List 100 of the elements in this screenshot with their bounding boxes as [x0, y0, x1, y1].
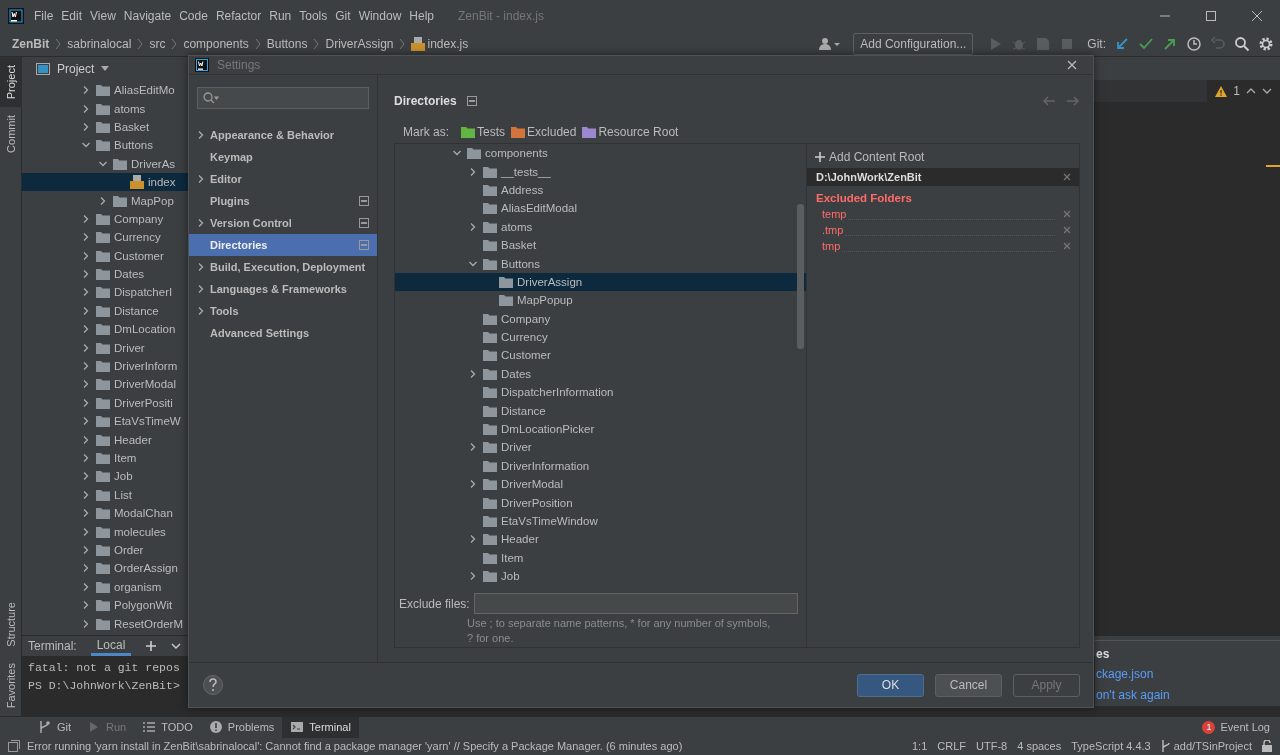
tree-item[interactable]: Company: [395, 309, 806, 328]
status-item[interactable]: 4 spaces: [1017, 740, 1062, 752]
close-icon[interactable]: [1063, 242, 1071, 250]
menu-item[interactable]: File: [30, 9, 58, 23]
clock-icon[interactable]: [1186, 36, 1202, 52]
tree-item[interactable]: Buttons: [22, 136, 188, 155]
tree-item[interactable]: DriverPositi: [22, 393, 188, 413]
tree-item[interactable]: molecules: [22, 522, 188, 541]
menu-item[interactable]: Git: [331, 9, 355, 23]
chevron-icon[interactable]: [468, 479, 478, 490]
breadcrumb-item[interactable]: DriverAssign: [325, 37, 394, 51]
chevron-icon[interactable]: [81, 471, 91, 482]
tree-item[interactable]: atoms: [395, 217, 806, 236]
notification-link[interactable]: ckage.json: [1096, 667, 1280, 688]
tree-item[interactable]: Dates: [395, 364, 806, 384]
chevron-icon[interactable]: [81, 416, 91, 427]
mark-as-option[interactable]: Excluded: [511, 125, 577, 139]
tree-item[interactable]: AliasEditMo: [22, 81, 188, 100]
check-icon[interactable]: [1138, 36, 1154, 52]
menu-item[interactable]: Navigate: [119, 9, 176, 23]
tool-window-tab[interactable]: TODO: [134, 716, 201, 738]
scrollbar-thumb[interactable]: [797, 204, 804, 349]
tree-item[interactable]: Distance: [395, 401, 806, 420]
notification-link[interactable]: on't ask again: [1096, 688, 1280, 709]
panel-toggle-icon[interactable]: [8, 740, 20, 752]
tree-item[interactable]: DriverPosition: [395, 493, 806, 512]
event-log-button[interactable]: 1 Event Log: [1202, 720, 1280, 734]
chevron-icon[interactable]: [81, 618, 91, 629]
tree-item[interactable]: organism: [22, 577, 188, 596]
tree-item[interactable]: Job: [395, 567, 806, 586]
chevron-icon[interactable]: [81, 361, 91, 372]
tree-item[interactable]: Dates: [22, 264, 188, 284]
mark-as-option[interactable]: Resource Root: [582, 125, 679, 139]
chevron-icon[interactable]: [81, 508, 91, 519]
help-button[interactable]: [203, 675, 223, 695]
chevron-icon[interactable]: [81, 121, 91, 132]
chevron-icon[interactable]: [81, 379, 91, 390]
settings-nav-item[interactable]: Tools: [189, 300, 377, 322]
settings-icon[interactable]: [1258, 36, 1274, 52]
settings-nav-item[interactable]: Languages & Frameworks: [189, 278, 377, 300]
menu-item[interactable]: Run: [265, 9, 296, 23]
settings-nav-item[interactable]: Editor: [189, 168, 377, 190]
chevron-icon[interactable]: [81, 526, 91, 537]
settings-nav-item[interactable]: Plugins: [189, 190, 377, 212]
tree-item[interactable]: Address: [395, 180, 806, 200]
menu-item[interactable]: Help: [405, 9, 438, 23]
chevron-icon[interactable]: [468, 221, 478, 232]
search-icon[interactable]: [1234, 36, 1250, 52]
chevron-icon[interactable]: [81, 324, 91, 335]
tree-item[interactable]: Basket: [22, 117, 188, 137]
chevron-icon[interactable]: [98, 195, 108, 206]
breadcrumb-item[interactable]: src: [149, 37, 166, 51]
lock-icon[interactable]: [1262, 740, 1272, 752]
tree-item[interactable]: __tests__: [395, 162, 806, 181]
user-icon[interactable]: [819, 37, 842, 51]
tree-item[interactable]: Job: [22, 467, 188, 486]
chevron-icon[interactable]: [81, 213, 91, 224]
tree-item[interactable]: List: [22, 485, 188, 504]
chevron-icon[interactable]: [196, 262, 206, 272]
tree-item[interactable]: DispatcherI: [22, 283, 188, 302]
chevron-icon[interactable]: [81, 342, 91, 353]
tree-item[interactable]: Customer: [22, 246, 188, 265]
chevron-icon[interactable]: [81, 232, 91, 243]
dialog-button[interactable]: OK: [857, 673, 924, 697]
settings-nav-item[interactable]: Advanced Settings: [189, 322, 377, 344]
chevron-icon[interactable]: [196, 130, 206, 140]
tree-item[interactable]: DriverAs: [22, 154, 188, 173]
tree-item[interactable]: Customer: [395, 346, 806, 365]
chevron-icon[interactable]: [468, 368, 478, 379]
arrow-icon[interactable]: [1162, 36, 1178, 52]
status-item[interactable]: CRLF: [937, 740, 967, 752]
session-tab[interactable]: Local: [90, 636, 132, 656]
chevron-icon[interactable]: [81, 544, 91, 555]
settings-nav-item[interactable]: Appearance & Behavior: [189, 124, 377, 146]
tree-item[interactable]: Basket: [395, 235, 806, 255]
tool-window-tab[interactable]: Favorites: [0, 654, 22, 716]
chevron-icon[interactable]: [81, 85, 91, 96]
arrow-icon[interactable]: [1114, 36, 1130, 52]
tool-window-tab[interactable]: Problems: [200, 716, 283, 738]
close-icon[interactable]: [1063, 173, 1071, 181]
tree-item[interactable]: OrderAssign: [22, 559, 188, 578]
settings-nav-item[interactable]: Build, Execution, Deployment: [189, 256, 377, 278]
menu-item[interactable]: Tools: [295, 9, 332, 23]
breadcrumb-item[interactable]: Buttons: [266, 37, 308, 51]
status-item[interactable]: UTF-8: [976, 740, 1008, 752]
chevron-icon[interactable]: [81, 600, 91, 611]
run-configuration-button[interactable]: Add Configuration...: [853, 33, 974, 55]
tree-item[interactable]: EtaVsTimeW: [22, 412, 188, 431]
chevron-icon[interactable]: [81, 397, 91, 408]
close-icon[interactable]: [1067, 60, 1077, 70]
search-field[interactable]: [197, 87, 369, 109]
chevron-icon[interactable]: [81, 563, 91, 574]
menu-item[interactable]: View: [86, 9, 120, 23]
tree-item[interactable]: index: [22, 172, 188, 192]
menu-item[interactable]: Code: [175, 9, 212, 23]
tree-item[interactable]: Driver: [22, 338, 188, 357]
breadcrumb-item[interactable]: sabrinalocal: [67, 37, 132, 51]
tree-item[interactable]: DriverModal: [395, 475, 806, 494]
tree-item[interactable]: Distance: [22, 301, 188, 321]
tool-window-tab[interactable]: Terminal: [282, 716, 359, 738]
